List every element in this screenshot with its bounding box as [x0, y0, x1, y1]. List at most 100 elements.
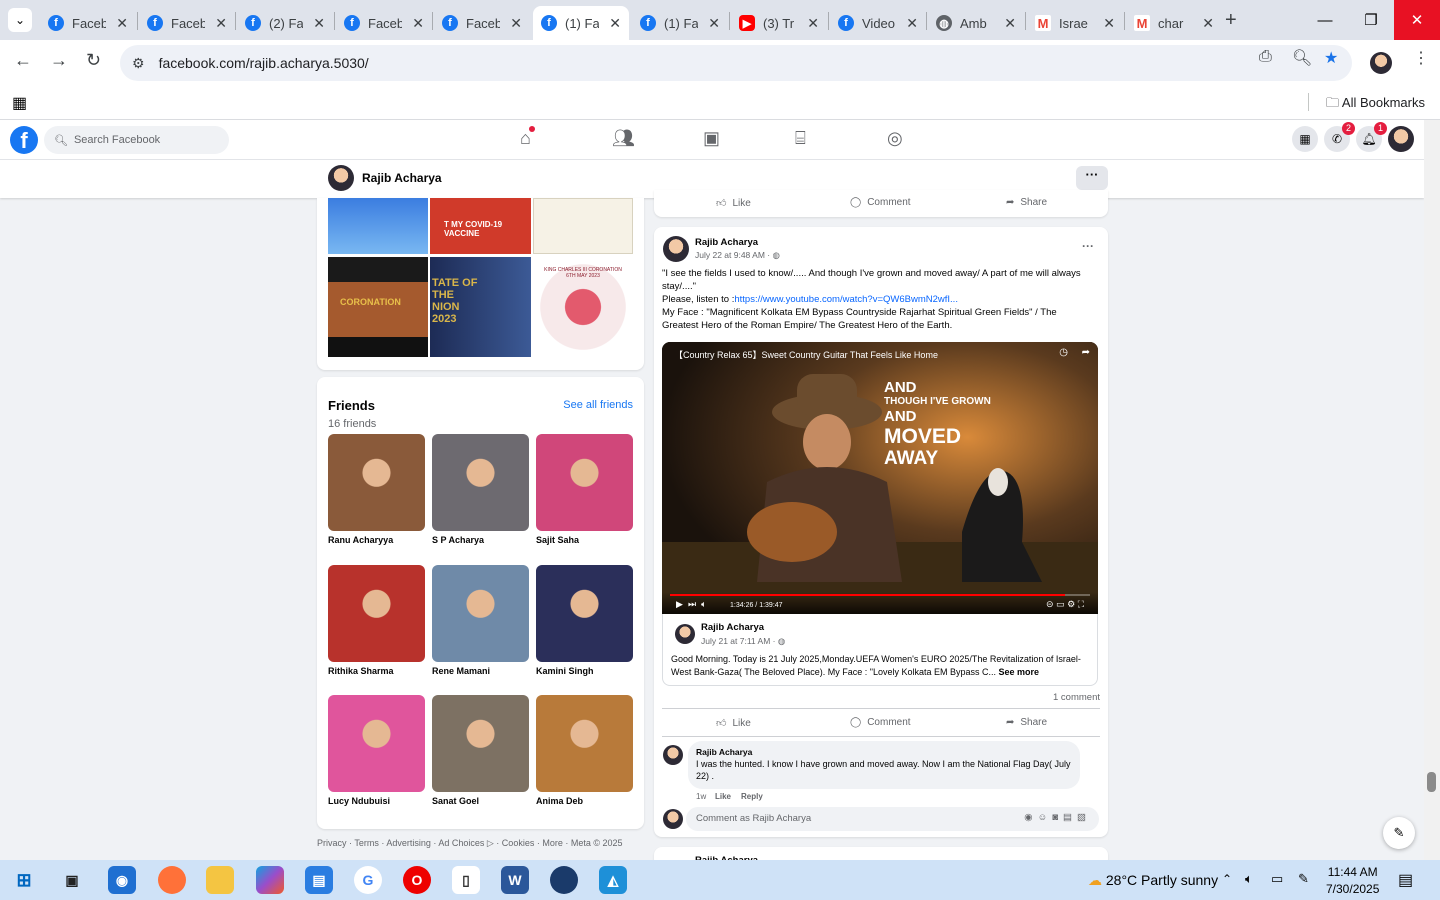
friends-nav-icon[interactable]: 👥︎	[612, 128, 635, 149]
friend-name[interactable]: Rene Mamani	[432, 666, 529, 676]
photo-tile[interactable]	[533, 198, 633, 254]
app-icon[interactable]: ◉	[108, 866, 136, 894]
browser-tab[interactable]: ▶ (3) Tr ✕	[731, 6, 827, 40]
marketplace-nav-icon[interactable]: ⌸	[795, 128, 806, 149]
menu-grid-icon[interactable]: ▦	[1292, 126, 1318, 152]
friend-photo[interactable]	[328, 565, 425, 662]
watch-nav-icon[interactable]: ▣	[703, 128, 720, 149]
browser-tab[interactable]: f Faceb ✕	[40, 6, 136, 40]
site-info-icon[interactable]: ⚙	[132, 55, 145, 72]
video-settings-controls[interactable]: ⊝ ▭ ⚙ ⛶	[1046, 599, 1084, 610]
browser-tab[interactable]: f Faceb ✕	[434, 6, 530, 40]
network-icon[interactable]: ▭	[1271, 871, 1283, 887]
comment-button[interactable]: ◯ Comment	[850, 717, 911, 728]
sticker-icon[interactable]: ▧	[1077, 812, 1091, 823]
scrollbar[interactable]	[1424, 120, 1440, 860]
address-bar[interactable]: ⚙ facebook.com/rajib.acharya.5030/	[120, 45, 1352, 81]
video-progress-bar[interactable]	[670, 594, 1090, 596]
shared-post[interactable]: Rajib Acharya July 21 at 7:11 AM · ◍ Goo…	[662, 614, 1098, 686]
friend-tile[interactable]: Lucy Ndubuisi	[328, 695, 425, 806]
close-tab-icon[interactable]: ✕	[807, 15, 819, 32]
notification-center-icon[interactable]: ▤	[1398, 870, 1413, 890]
photo-tile[interactable]: TATE OF THE NION 2023	[430, 257, 531, 357]
share-video-icon[interactable]: ➦	[1082, 347, 1090, 358]
copilot-icon[interactable]	[256, 866, 284, 894]
weather-widget[interactable]: ☁ 28°C Partly sunny	[1088, 872, 1218, 889]
url-text[interactable]: facebook.com/rajib.acharya.5030/	[159, 55, 369, 71]
browser-tab[interactable]: M Israe ✕	[1027, 6, 1123, 40]
gif-icon[interactable]: ▤	[1063, 812, 1077, 823]
close-tab-icon[interactable]: ✕	[510, 15, 522, 32]
chrome-icon[interactable]	[550, 866, 578, 894]
browser-tab[interactable]: f (1) Fa ✕	[533, 6, 629, 40]
friend-tile[interactable]: S P Acharya	[432, 434, 529, 545]
browser-tab[interactable]: f (1) Fa ✕	[632, 6, 728, 40]
new-message-button[interactable]: ✎	[1383, 817, 1415, 849]
firefox-icon[interactable]	[158, 866, 186, 894]
browser-tab[interactable]: f (2) Fa ✕	[237, 6, 333, 40]
like-button[interactable]: 👍︎ Like	[716, 717, 751, 730]
video-title[interactable]: 【Country Relax 65】Sweet Country Guitar T…	[674, 348, 938, 361]
share-button[interactable]: ➦ Share	[1006, 717, 1047, 728]
tab-search-button[interactable]: ⌄	[8, 8, 32, 32]
avatar[interactable]	[663, 236, 689, 262]
comment-reply-link[interactable]: Reply	[741, 792, 763, 801]
scrollbar-thumb[interactable]	[1427, 772, 1436, 792]
video-player[interactable]: 【Country Relax 65】Sweet Country Guitar T…	[662, 342, 1098, 614]
file-explorer-icon[interactable]	[206, 866, 234, 894]
camera-icon[interactable]: ◙	[1052, 812, 1063, 823]
friend-tile[interactable]: Sanat Goel	[432, 695, 529, 806]
close-tab-icon[interactable]: ✕	[412, 15, 424, 32]
close-tab-icon[interactable]: ✕	[116, 15, 128, 32]
restore-button[interactable]: ❐	[1348, 0, 1394, 40]
friend-name[interactable]: Sanat Goel	[432, 796, 529, 806]
friend-tile[interactable]: Anima Deb	[536, 695, 633, 806]
close-tab-icon[interactable]: ✕	[708, 15, 720, 32]
friend-photo[interactable]	[432, 565, 529, 662]
friend-name[interactable]: Anima Deb	[536, 796, 633, 806]
post-menu-button[interactable]: ···	[1082, 239, 1094, 253]
friend-name[interactable]: S P Acharya	[432, 535, 529, 545]
photo-tile[interactable]	[328, 198, 428, 254]
facebook-logo[interactable]: f	[10, 126, 38, 154]
comment-button[interactable]: ◯ Comment	[850, 197, 911, 208]
browser-tab[interactable]: ◍ Amb ✕	[928, 6, 1024, 40]
google-icon[interactable]: G	[354, 866, 382, 894]
menu-dots-icon[interactable]: ⋮	[1413, 48, 1429, 68]
post-author[interactable]: Rajib Acharya	[695, 237, 758, 248]
account-avatar[interactable]	[1388, 126, 1414, 152]
friend-name[interactable]: Lucy Ndubuisi	[328, 796, 425, 806]
close-tab-icon[interactable]: ✕	[906, 15, 918, 32]
close-tab-icon[interactable]: ✕	[609, 15, 621, 32]
close-tab-icon[interactable]: ✕	[1202, 15, 1214, 32]
friend-tile[interactable]: Sajit Saha	[536, 434, 633, 545]
friend-name[interactable]: Sajit Saha	[536, 535, 633, 545]
minimize-button[interactable]: —	[1302, 0, 1348, 40]
friend-tile[interactable]: Rene Mamani	[432, 565, 529, 676]
photo-tile[interactable]: T MY COVID-19 VACCINE	[430, 198, 531, 254]
close-window-button[interactable]: ✕	[1394, 0, 1440, 40]
shared-author[interactable]: Rajib Acharya	[701, 622, 764, 633]
friend-photo[interactable]	[536, 434, 633, 531]
groups-nav-icon[interactable]: ◎	[887, 128, 903, 149]
comment-input[interactable]: Comment as Rajib Acharya ◉☺◙▤▧	[686, 807, 1099, 831]
volume-icon[interactable]: 🔈︎	[1245, 871, 1253, 887]
avatar-sticker-icon[interactable]: ◉	[1024, 812, 1037, 823]
like-button[interactable]: 👍︎ Like	[716, 197, 751, 210]
photo-tile[interactable]: KING CHARLES III CORONATION 6TH MAY 2023	[533, 257, 633, 357]
bookmark-star-icon[interactable]: ★	[1324, 48, 1338, 68]
close-tab-icon[interactable]: ✕	[215, 15, 227, 32]
comment-like-link[interactable]: Like	[715, 792, 731, 801]
comment-count[interactable]: 1 comment	[1053, 692, 1100, 703]
friend-tile[interactable]: Kamini Singh	[536, 565, 633, 676]
profile-name[interactable]: Rajib Acharya	[362, 171, 442, 185]
browser-tab[interactable]: f Faceb ✕	[139, 6, 235, 40]
friend-name[interactable]: Ranu Acharyya	[328, 535, 425, 545]
tray-chevron-icon[interactable]: ⌃	[1222, 872, 1232, 886]
windows-start-icon[interactable]: ⊞	[10, 866, 38, 894]
task-view-icon[interactable]: ▣	[58, 866, 86, 894]
photos-icon[interactable]: ◭	[599, 866, 627, 894]
emoji-icon[interactable]: ☺	[1038, 812, 1053, 823]
comment-author[interactable]: Rajib Acharya	[696, 747, 1072, 757]
watch-later-icon[interactable]: ◷	[1059, 347, 1068, 358]
